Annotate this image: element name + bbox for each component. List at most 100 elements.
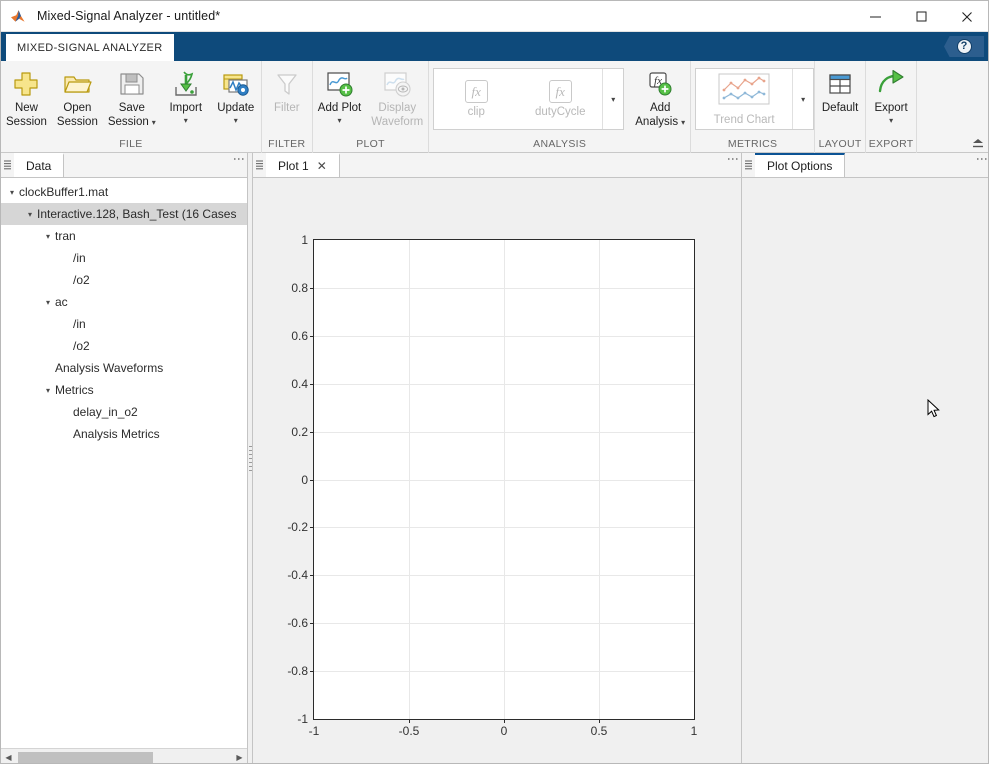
tree-item[interactable]: ▾delay_in_o2 [1, 401, 247, 423]
import-button[interactable]: Import ▾ [161, 65, 211, 125]
save-session-icon [117, 67, 147, 101]
data-tree[interactable]: ▾clockBuffer1.mat▾Interactive.128, Bash_… [1, 178, 247, 748]
metrics-item-trend-chart[interactable]: Trend Chart [696, 70, 792, 128]
ribbon-group-plot: Add Plot ▾ Display Waveform [313, 61, 429, 153]
y-tick-label: 0 [301, 473, 308, 487]
add-analysis-text: Add Analysis [635, 102, 678, 128]
mixed-signal-analyzer-window: Mixed-Signal Analyzer - untitled* MIXED-… [0, 0, 989, 764]
add-plot-icon [325, 67, 355, 101]
tree-item-label: Analysis Waveforms [55, 361, 163, 375]
analysis-gallery-items: fx clip fx dutyCycle [434, 69, 602, 129]
analysis-gallery-expand[interactable]: ▾ [602, 69, 623, 129]
tree-item[interactable]: ▾ac [1, 291, 247, 313]
data-panel-menu-button[interactable]: ⋮ [237, 153, 241, 178]
plot-options-menu-button[interactable]: ⋮ [980, 153, 984, 178]
tree-item[interactable]: ▾/in [1, 247, 247, 269]
tree-item-label: /o2 [73, 273, 90, 287]
maximize-button[interactable] [898, 1, 944, 32]
tree-item[interactable]: ▾Analysis Metrics [1, 423, 247, 445]
tree-expand-arrow-icon[interactable]: ▾ [23, 210, 37, 219]
tree-item[interactable]: ▾tran [1, 225, 247, 247]
data-tree-horizontal-scrollbar[interactable]: ◀ ▶ [1, 748, 247, 764]
tree-item[interactable]: ▾Metrics [1, 379, 247, 401]
plot-panel-menu-button[interactable]: ⋮ [731, 153, 735, 178]
y-tick-label: 0.6 [291, 329, 308, 343]
import-icon [171, 67, 201, 101]
tree-item[interactable]: ▾Analysis Waveforms [1, 357, 247, 379]
update-caret-icon[interactable]: ▾ [234, 116, 238, 125]
add-analysis-button[interactable]: fx Add Analysis▾ [630, 65, 690, 129]
new-session-label: New Session [6, 102, 47, 129]
tree-item-label: delay_in_o2 [73, 405, 138, 419]
x-tick-label: 0 [501, 724, 508, 738]
metrics-item-trend-chart-label: Trend Chart [714, 114, 775, 126]
tab-data-label: Data [26, 159, 51, 173]
update-icon [221, 67, 251, 101]
gridline-vertical [504, 240, 505, 719]
tab-data[interactable]: Data [14, 153, 64, 177]
plot-options-grip-icon[interactable] [742, 153, 755, 177]
ribbon-toolbar: New Session Open Session [1, 61, 989, 153]
analysis-item-clip[interactable]: fx clip [434, 70, 518, 128]
tree-spacer-icon: ▾ [41, 364, 55, 373]
help-button[interactable]: ? [944, 36, 984, 57]
display-waveform-button: Display Waveform [366, 65, 428, 129]
save-session-caret-icon[interactable]: ▾ [152, 118, 156, 127]
plot-panel-grip-icon[interactable] [253, 153, 266, 177]
tree-spacer-icon: ▾ [59, 408, 73, 417]
add-analysis-caret-icon[interactable]: ▾ [681, 118, 685, 127]
tree-item[interactable]: ▾clockBuffer1.mat [1, 181, 247, 203]
add-analysis-label: Add Analysis▾ [635, 102, 685, 129]
x-tick-label: 0.5 [591, 724, 608, 738]
scroll-right-arrow-icon[interactable]: ▶ [232, 753, 247, 762]
add-plot-caret-icon[interactable]: ▾ [338, 116, 342, 125]
tree-expand-arrow-icon[interactable]: ▾ [41, 298, 55, 307]
tree-item[interactable]: ▾/o2 [1, 269, 247, 291]
collapse-ribbon-button[interactable] [970, 135, 986, 151]
tree-item[interactable]: ▾/in [1, 313, 247, 335]
tree-item-label: Metrics [55, 383, 94, 397]
save-session-button[interactable]: Save Session▾ [103, 65, 161, 129]
scrollbar-thumb[interactable] [18, 752, 153, 763]
minimize-button[interactable] [852, 1, 898, 32]
tab-plot-1[interactable]: Plot 1 ✕ [266, 153, 340, 177]
close-button[interactable] [944, 1, 989, 32]
open-session-button[interactable]: Open Session [52, 65, 103, 129]
open-session-label: Open Session [57, 102, 98, 129]
gridline-vertical [599, 240, 600, 719]
x-tick-mark [504, 719, 505, 723]
add-plot-label: Add Plot [318, 102, 361, 116]
metrics-gallery-expand[interactable]: ▾ [792, 69, 813, 129]
analysis-item-dutycycle[interactable]: fx dutyCycle [518, 70, 602, 128]
export-caret-icon[interactable]: ▾ [889, 116, 893, 125]
y-tick-label: 0.4 [291, 377, 308, 391]
data-panel-grip-icon[interactable] [1, 153, 14, 177]
plot-axes[interactable]: -1-0.8-0.6-0.4-0.200.20.40.60.81-1-0.500… [313, 239, 695, 720]
help-icon: ? [957, 39, 972, 54]
tree-expand-arrow-icon[interactable]: ▾ [41, 232, 55, 241]
add-plot-button[interactable]: Add Plot ▾ [313, 65, 366, 125]
tree-item[interactable]: ▾/o2 [1, 335, 247, 357]
group-title-export: EXPORT [866, 138, 916, 153]
update-button[interactable]: Update ▾ [211, 65, 261, 125]
chevron-down-icon: ▾ [611, 95, 615, 104]
import-caret-icon[interactable]: ▾ [184, 116, 188, 125]
ribbon-tab-strip: MIXED-SIGNAL ANALYZER ? [1, 32, 989, 61]
tab-mixed-signal-analyzer[interactable]: MIXED-SIGNAL ANALYZER [6, 34, 174, 61]
panels-container: Data ⋮ ▾clockBuffer1.mat▾Interactive.128… [1, 153, 989, 764]
tree-item-label: /o2 [73, 339, 90, 353]
data-panel: Data ⋮ ▾clockBuffer1.mat▾Interactive.128… [1, 153, 248, 764]
display-waveform-icon [382, 67, 412, 101]
tree-spacer-icon: ▾ [59, 254, 73, 263]
scroll-left-arrow-icon[interactable]: ◀ [1, 753, 16, 762]
tree-spacer-icon: ▾ [59, 320, 73, 329]
new-session-button[interactable]: New Session [1, 65, 52, 129]
tab-plot-options[interactable]: Plot Options [755, 153, 845, 177]
tree-item[interactable]: ▾Interactive.128, Bash_Test (16 Cases [1, 203, 247, 225]
tree-expand-arrow-icon[interactable]: ▾ [41, 386, 55, 395]
tree-expand-arrow-icon[interactable]: ▾ [5, 188, 19, 197]
default-layout-button[interactable]: Default [815, 65, 865, 116]
export-button[interactable]: Export ▾ [866, 65, 916, 125]
group-title-plot: PLOT [313, 138, 428, 153]
close-icon[interactable]: ✕ [317, 159, 327, 173]
